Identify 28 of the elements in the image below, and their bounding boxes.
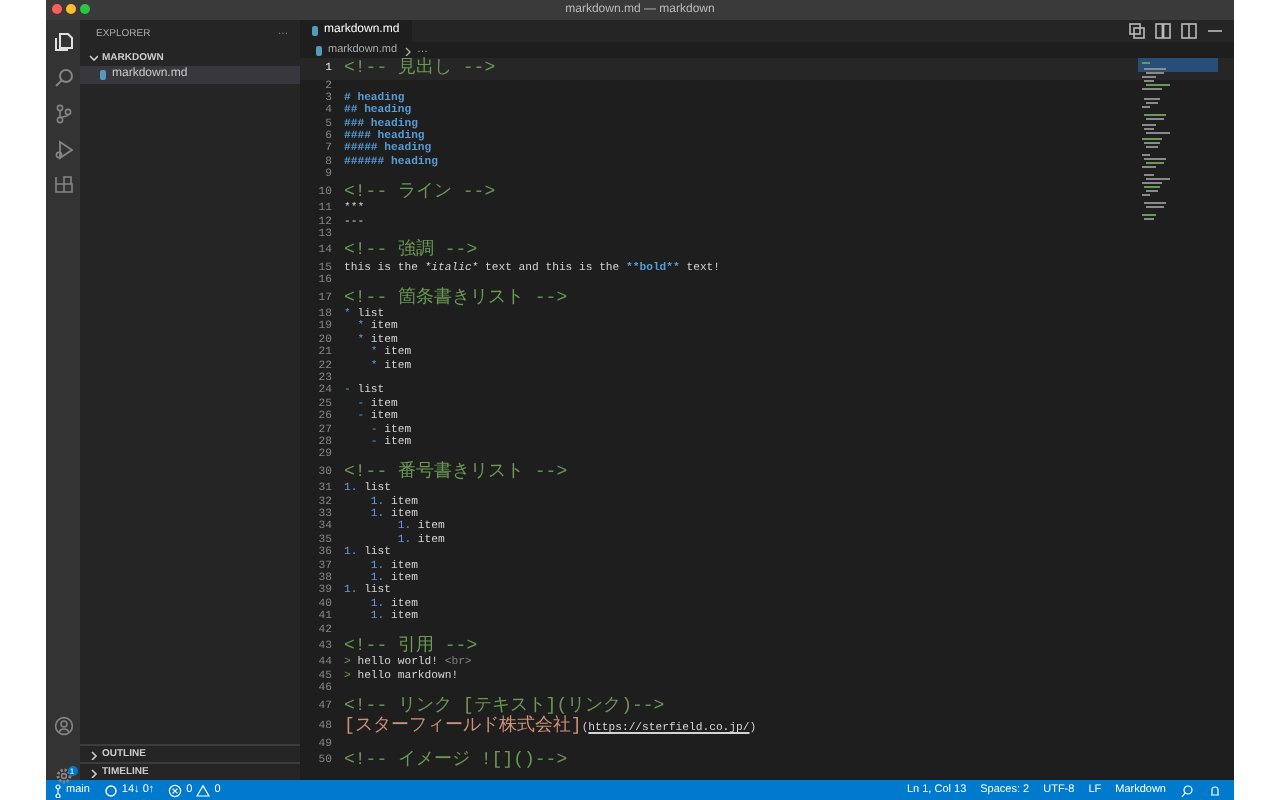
compare-icon[interactable] (1128, 22, 1146, 40)
code-line: <!-- イメージ ![]()--> (344, 750, 568, 772)
chevron-right-icon (403, 45, 412, 55)
code-line: <!-- リンク [テキスト](リンク)--> (344, 695, 665, 716)
settings-icon[interactable] (53, 765, 73, 786)
files-icon[interactable] (53, 32, 73, 52)
run-icon[interactable] (53, 140, 73, 160)
warning-icon (196, 783, 211, 797)
account-icon[interactable] (53, 716, 73, 736)
chevron-right-icon[interactable] (88, 749, 98, 759)
extensions-icon[interactable] (53, 176, 73, 196)
split-editor-icon[interactable] (1180, 22, 1198, 40)
code-line: <!-- 箇条書きリスト --> (344, 287, 568, 308)
code-line: <!-- 見出し --> (344, 58, 496, 79)
branch-icon[interactable] (53, 104, 73, 124)
sync-icon (103, 783, 118, 797)
preview-icon[interactable] (1154, 22, 1172, 40)
code-line: <!-- 引用 --> (344, 635, 478, 656)
chevron-right-icon[interactable] (88, 767, 98, 777)
code-line: <!-- 強調 --> (344, 240, 478, 262)
markdown-file-icon (100, 69, 106, 79)
chevron-down-icon[interactable] (88, 52, 98, 62)
branch-icon (54, 783, 62, 797)
error-icon (168, 783, 183, 797)
bell-icon[interactable] (1208, 783, 1222, 797)
search-icon[interactable] (53, 68, 73, 88)
code-line: <!-- ライン --> (344, 181, 496, 202)
code-line: <!-- 番号書きリスト --> (344, 461, 568, 482)
